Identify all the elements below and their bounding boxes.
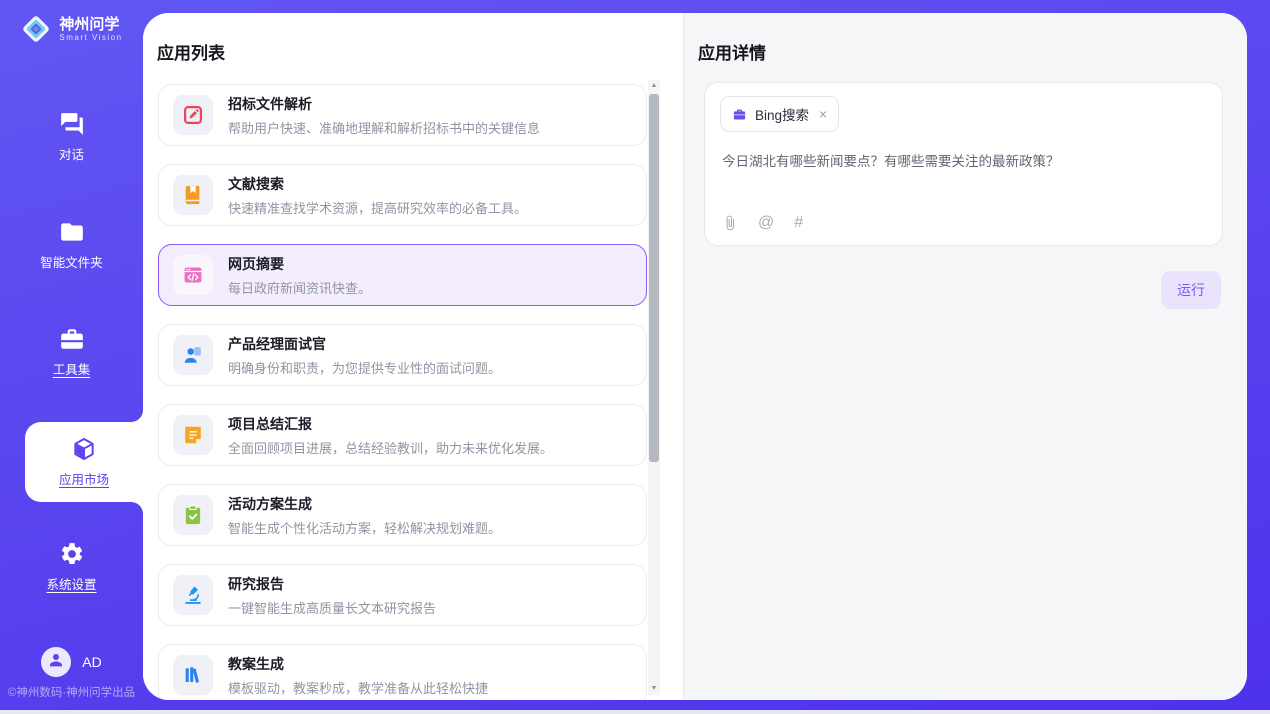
app-card[interactable]: 研究报告 一键智能生成高质量长文本研究报告	[158, 564, 647, 626]
gear-icon	[59, 541, 85, 567]
app-title: 产品经理面试官	[228, 334, 501, 354]
app-title: 教案生成	[228, 654, 488, 674]
avatar	[41, 647, 71, 677]
scrollbar-thumb[interactable]	[649, 94, 659, 462]
app-title: 招标文件解析	[228, 94, 540, 114]
app-description: 智能生成个性化活动方案，轻松解决规划难题。	[228, 518, 501, 537]
user-account[interactable]: AD	[0, 647, 143, 677]
tool-tag-bing-search[interactable]: Bing搜索 ×	[720, 96, 839, 132]
scrollbar[interactable]: ▲ ▼	[648, 80, 660, 695]
prompt-card[interactable]: Bing搜索 × 今日湖北有哪些新闻要点？有哪些需要关注的最新政策？ @ #	[704, 82, 1223, 246]
app-description: 全面回顾项目进展，总结经验教训，助力未来优化发展。	[228, 438, 553, 457]
app-detail-panel: 应用详情 Bing搜索 × 今日湖北有哪些新闻要点？有哪些需要关注的最新政策？ …	[684, 13, 1247, 700]
research-icon	[173, 575, 213, 615]
scroll-up-icon[interactable]: ▲	[648, 80, 660, 92]
app-card[interactable]: 招标文件解析 帮助用户快速、准确地理解和解析招标书中的关键信息	[158, 84, 647, 146]
sidebar-item-system-settings[interactable]: 系统设置	[0, 538, 143, 596]
app-title: 网页摘要	[228, 254, 371, 274]
app-window: 神州问学 Smart Vision 对话 智能文件夹 工具集 应用市场 系统设置…	[0, 0, 1270, 714]
book-icon	[173, 175, 213, 215]
app-description: 快速精准查找学术资源，提高研究效率的必备工具。	[228, 198, 527, 217]
app-title: 项目总结汇报	[228, 414, 553, 434]
person-icon	[47, 651, 65, 674]
main-content: 应用列表 招标文件解析 帮助用户快速、准确地理解和解析招标书中的关键信息 文献搜…	[143, 13, 1247, 700]
scroll-down-icon[interactable]: ▼	[648, 683, 660, 695]
cube-icon	[71, 436, 97, 462]
note-icon	[173, 415, 213, 455]
sidebar: 神州问学 Smart Vision 对话 智能文件夹 工具集 应用市场 系统设置…	[0, 0, 143, 710]
app-card[interactable]: 产品经理面试官 明确身份和职责，为您提供专业性的面试问题。	[158, 324, 647, 386]
app-list: 招标文件解析 帮助用户快速、准确地理解和解析招标书中的关键信息 文献搜索 快速精…	[158, 84, 647, 700]
app-card[interactable]: 教案生成 模板驱动，教案秒成，教学准备从此轻松快捷	[158, 644, 647, 700]
mention-icon[interactable]: @	[758, 214, 774, 232]
sidebar-item-toolset[interactable]: 工具集	[0, 323, 143, 381]
app-description: 帮助用户快速、准确地理解和解析招标书中的关键信息	[228, 118, 540, 137]
prompt-text[interactable]: 今日湖北有哪些新闻要点？有哪些需要关注的最新政策？	[722, 152, 1205, 172]
books-icon	[173, 655, 213, 695]
attachment-icon[interactable]	[722, 215, 738, 231]
browser-code-icon	[173, 255, 213, 295]
close-icon[interactable]: ×	[819, 107, 827, 121]
sidebar-item-chat[interactable]: 对话	[0, 108, 143, 166]
hash-icon[interactable]: #	[794, 214, 803, 232]
toolbox-icon	[59, 326, 85, 352]
app-description: 每日政府新闻资讯快查。	[228, 278, 371, 297]
brand-name: 神州问学	[59, 16, 122, 33]
brand-subtitle: Smart Vision	[59, 33, 122, 42]
prompt-toolbar: @ #	[722, 214, 803, 232]
app-card[interactable]: 文献搜索 快速精准查找学术资源，提高研究效率的必备工具。	[158, 164, 647, 226]
app-description: 模板驱动，教案秒成，教学准备从此轻松快捷	[228, 678, 488, 697]
app-card[interactable]: 项目总结汇报 全面回顾项目进展，总结经验教训，助力未来优化发展。	[158, 404, 647, 466]
run-button[interactable]: 运行	[1161, 271, 1221, 309]
app-description: 明确身份和职责，为您提供专业性的面试问题。	[228, 358, 501, 377]
app-description: 一键智能生成高质量长文本研究报告	[228, 598, 436, 617]
app-detail-title: 应用详情	[698, 39, 766, 64]
chat-icon	[59, 111, 85, 137]
app-card[interactable]: 活动方案生成 智能生成个性化活动方案，轻松解决规划难题。	[158, 484, 647, 546]
clipboard-check-icon	[173, 495, 213, 535]
bottom-strip	[0, 710, 1270, 714]
user-label: AD	[82, 654, 101, 670]
brand-logo: 神州问学 Smart Vision	[0, 13, 143, 45]
briefcase-icon	[732, 107, 747, 122]
app-title: 活动方案生成	[228, 494, 501, 514]
app-card[interactable]: 网页摘要 每日政府新闻资讯快查。	[158, 244, 647, 306]
folder-icon	[59, 219, 85, 245]
app-list-title: 应用列表	[157, 39, 225, 64]
logo-diamond-icon	[20, 13, 52, 45]
tool-tag-label: Bing搜索	[755, 104, 809, 124]
document-edit-icon	[173, 95, 213, 135]
sidebar-item-smart-folder[interactable]: 智能文件夹	[0, 216, 143, 274]
sidebar-item-app-market[interactable]: 应用市场	[25, 422, 143, 502]
app-title: 文献搜索	[228, 174, 527, 194]
app-title: 研究报告	[228, 574, 436, 594]
app-list-panel: 应用列表 招标文件解析 帮助用户快速、准确地理解和解析招标书中的关键信息 文献搜…	[143, 13, 683, 700]
interviewer-icon	[173, 335, 213, 375]
copyright-footer: ©神州数码·神州问学出品	[0, 684, 143, 700]
